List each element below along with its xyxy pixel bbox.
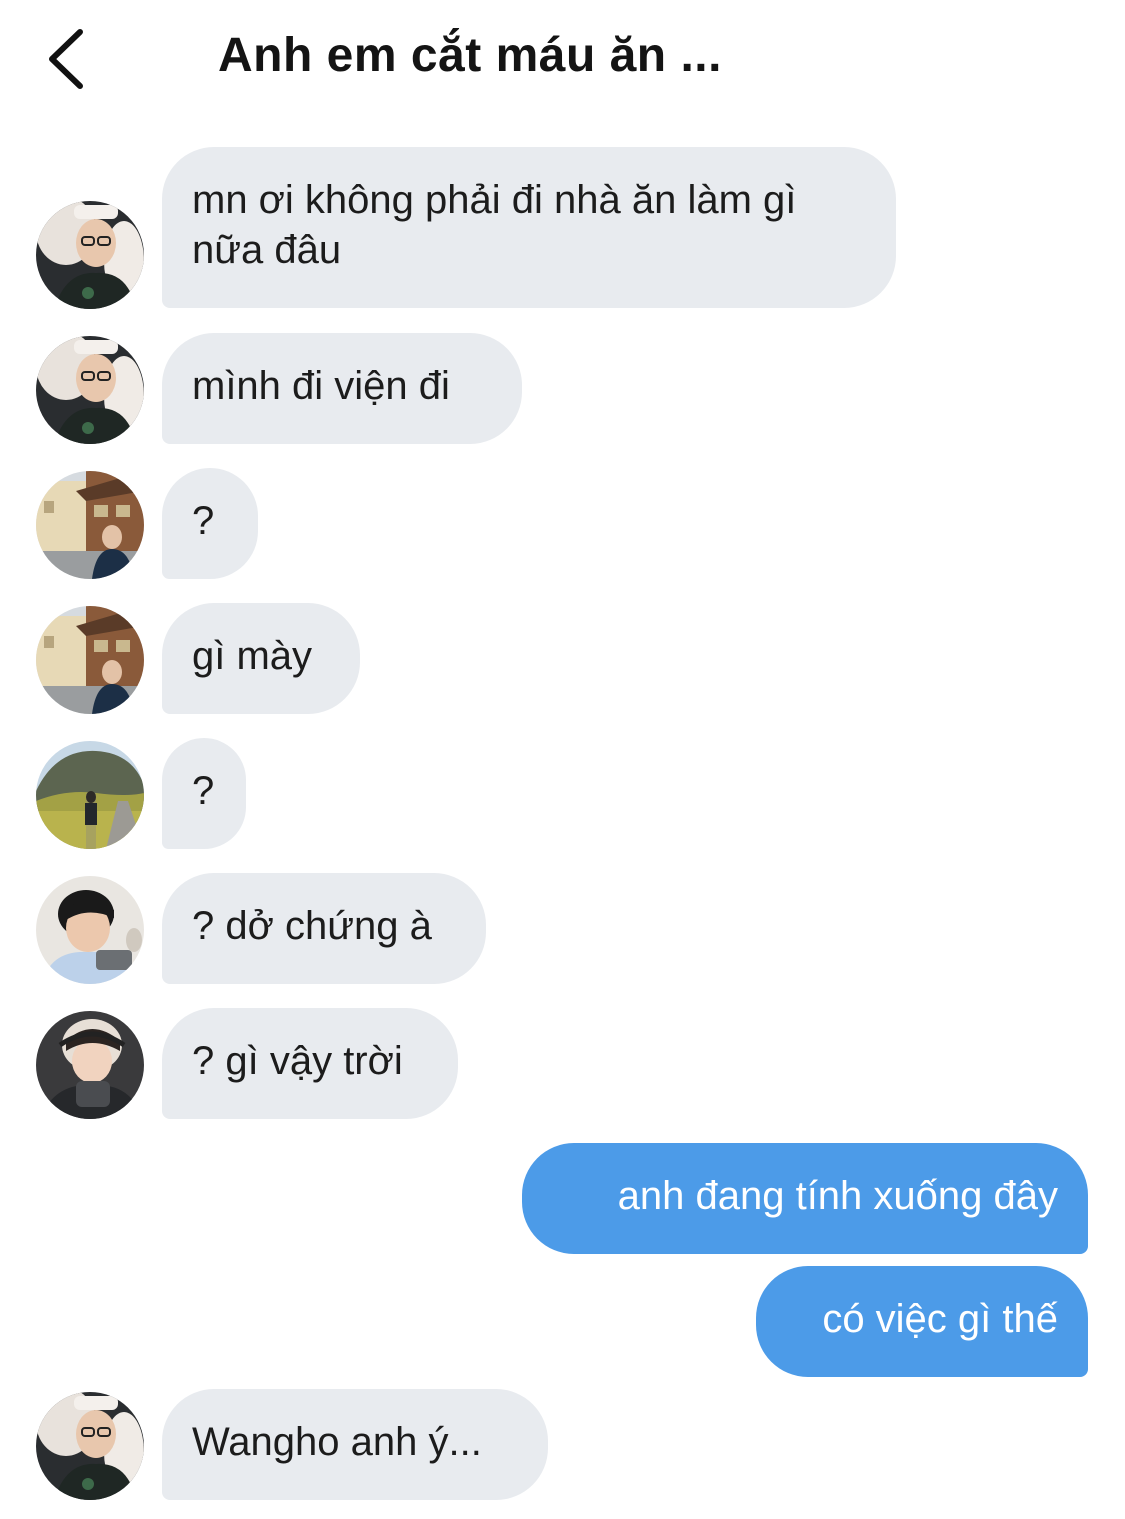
conversation-title[interactable]: Anh em cắt máu ăn ... <box>218 28 722 83</box>
avatar[interactable] <box>36 606 144 714</box>
avatar[interactable] <box>36 741 144 849</box>
incoming-message-bubble[interactable]: ? dở chứng à <box>162 873 486 984</box>
avatar[interactable] <box>36 471 144 579</box>
outgoing-message-bubble[interactable]: anh đang tính xuống đây <box>522 1143 1088 1254</box>
incoming-message-bubble[interactable]: ? <box>162 738 246 849</box>
incoming-message-bubble[interactable]: mn ơi không phải đi nhà ăn làm gì nữa đâ… <box>162 147 896 308</box>
chat-header: Anh em cắt máu ăn ... <box>0 0 1125 120</box>
incoming-message-bubble[interactable]: mình đi viện đi <box>162 333 522 444</box>
chevron-left-icon <box>49 29 83 89</box>
incoming-message-bubble[interactable]: ? <box>162 468 258 579</box>
outgoing-message-bubble[interactable]: có việc gì thế <box>756 1266 1088 1377</box>
back-button[interactable] <box>40 26 100 92</box>
incoming-message-bubble[interactable]: ? gì vậy trời <box>162 1008 458 1119</box>
avatar[interactable] <box>36 201 144 309</box>
avatar[interactable] <box>36 1392 144 1500</box>
incoming-message-bubble[interactable]: Wangho anh ý... <box>162 1389 548 1500</box>
avatar[interactable] <box>36 336 144 444</box>
avatar[interactable] <box>36 1011 144 1119</box>
avatar[interactable] <box>36 876 144 984</box>
incoming-message-bubble[interactable]: gì mày <box>162 603 360 714</box>
